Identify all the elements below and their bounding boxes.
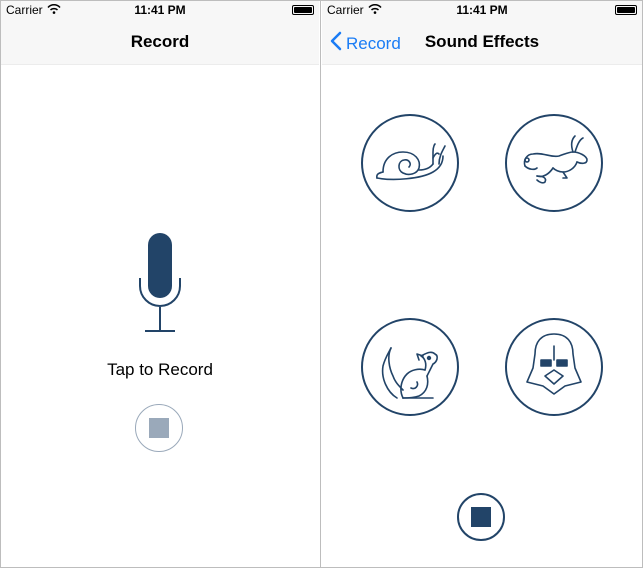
stop-button[interactable]	[457, 493, 505, 541]
darth-vader-effect-button[interactable]	[505, 318, 603, 416]
darth-vader-icon	[526, 333, 582, 395]
rabbit-icon	[523, 135, 588, 184]
stop-button[interactable]	[135, 404, 183, 452]
record-screen: Carrier 11:41 PM Record Tap to Record	[1, 1, 319, 567]
microphone-icon[interactable]	[135, 231, 185, 338]
tap-to-record-label: Tap to Record	[107, 360, 213, 379]
chipmunk-effect-button[interactable]	[361, 318, 459, 416]
page-title: Sound Effects	[424, 32, 540, 51]
snail-icon	[376, 143, 446, 181]
battery-icon	[615, 5, 637, 15]
slow-effect-button[interactable]	[361, 114, 459, 212]
page-title: Record	[130, 32, 190, 51]
chipmunk-icon	[381, 347, 438, 399]
stop-icon	[471, 507, 491, 527]
status-bar: Carrier 11:41 PM	[1, 1, 319, 21]
battery-icon	[292, 5, 314, 15]
stop-icon	[149, 418, 169, 438]
status-time: 11:41 PM	[134, 3, 186, 17]
status-bar: Carrier 11:41 PM	[322, 1, 642, 21]
sound-effects-screen: Carrier 11:41 PM Record Sound Effects	[322, 1, 642, 567]
screen-divider	[320, 0, 321, 568]
status-time: 11:41 PM	[456, 3, 508, 17]
navigation-bar: Record Sound Effects	[322, 21, 642, 65]
navigation-bar: Record	[1, 21, 319, 65]
fast-effect-button[interactable]	[505, 114, 603, 212]
